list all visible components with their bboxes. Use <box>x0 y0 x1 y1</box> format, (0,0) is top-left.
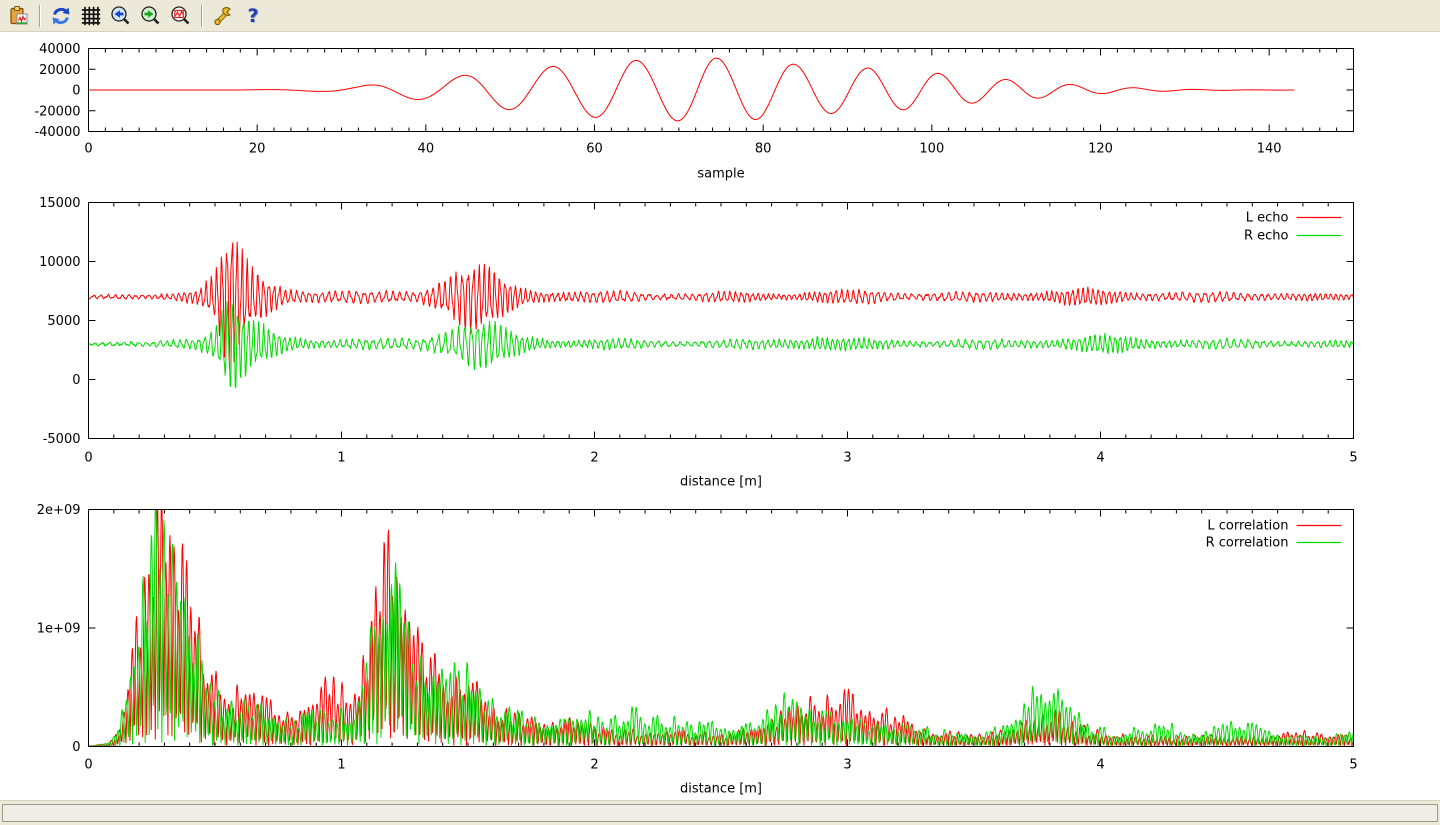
plots-svg[interactable]: 020406080100120140-40000-200000200004000… <box>0 33 1440 800</box>
y-tick-label: 0 <box>72 740 80 755</box>
x-axis-label: distance [m] <box>680 782 762 797</box>
x-axis-label: sample <box>697 167 744 182</box>
y-tick-label: -40000 <box>34 125 80 140</box>
y-tick-label: 5000 <box>47 314 80 329</box>
grid-toggle-button[interactable] <box>77 2 105 30</box>
series-r-echo <box>89 302 1354 388</box>
y-tick-label: 0 <box>72 373 80 388</box>
toolbar-separator <box>201 5 203 27</box>
toolbar: ? ? <box>0 0 1440 32</box>
zoom-previous-icon <box>110 5 132 27</box>
axis-ticks <box>89 510 1354 747</box>
x-tick-label: 3 <box>843 758 851 773</box>
toolbar-separator <box>39 5 41 27</box>
x-tick-label: 2 <box>590 451 598 466</box>
help-icon: ? ? <box>242 5 264 27</box>
series-l-correlation <box>89 498 1354 747</box>
x-tick-label: 4 <box>1096 451 1104 466</box>
copy-to-clipboard-button[interactable] <box>5 2 33 30</box>
x-tick-label: 2 <box>590 758 598 773</box>
x-tick-label: 40 <box>418 142 435 157</box>
x-tick-label: 60 <box>586 142 603 157</box>
zoom-previous-button[interactable] <box>107 2 135 30</box>
series-chirp <box>89 58 1295 121</box>
series-l-echo <box>89 242 1354 369</box>
copy-to-clipboard-icon <box>8 5 30 27</box>
x-tick-label: 80 <box>755 142 772 157</box>
svg-text:?: ? <box>247 5 258 27</box>
status-field <box>2 804 1438 822</box>
x-tick-label: 1 <box>337 451 345 466</box>
y-tick-label: 10000 <box>39 255 80 270</box>
y-tick-label: 2e+09 <box>37 503 81 518</box>
x-tick-label: 0 <box>84 142 92 157</box>
x-tick-label: 4 <box>1096 758 1104 773</box>
legend-label: L echo <box>1246 211 1289 226</box>
x-tick-label: 140 <box>1257 142 1282 157</box>
plot-frame <box>89 510 1354 747</box>
correlation-plot: 0 1 2 3 4 5 0 1e+09 2e+09 distance [m] L correlati… <box>37 498 1358 797</box>
legend-label: R echo <box>1244 229 1289 244</box>
series-r-correlation <box>89 498 1354 747</box>
config-button[interactable] <box>209 2 237 30</box>
y-tick-label: 40000 <box>39 42 80 57</box>
axis-ticks <box>89 203 1354 439</box>
x-tick-label: 1 <box>337 758 345 773</box>
x-axis-label: distance [m] <box>680 475 762 490</box>
y-tick-label: 15000 <box>39 196 80 211</box>
x-tick-label: 100 <box>919 142 944 157</box>
x-tick-label: 5 <box>1349 758 1357 773</box>
y-tick-label: -5000 <box>43 432 81 447</box>
x-tick-label: 20 <box>249 142 266 157</box>
zoom-next-icon <box>140 5 162 27</box>
x-tick-label: 0 <box>84 758 92 773</box>
replot-button[interactable] <box>47 2 75 30</box>
legend-label: L correlation <box>1207 519 1288 534</box>
x-tick-label: 5 <box>1349 451 1357 466</box>
y-tick-label: 1e+09 <box>37 622 81 637</box>
echo-plot: 012345-5000050001000015000distance [m]L … <box>39 196 1358 490</box>
plot-frame <box>89 203 1354 439</box>
x-tick-label: 120 <box>1088 142 1113 157</box>
legend-label: R correlation <box>1206 536 1289 551</box>
autoscale-icon <box>170 5 192 27</box>
x-tick-label: 0 <box>84 451 92 466</box>
x-tick-label: 3 <box>843 451 851 466</box>
y-tick-label: 0 <box>72 84 80 99</box>
status-bar <box>0 800 1440 825</box>
chirp-plot: 0 20 40 60 80 100 120 140 -40000 -20000 0 20000 4000… <box>34 42 1353 182</box>
grid-icon <box>80 5 102 27</box>
y-tick-label: -20000 <box>34 104 80 119</box>
y-tick-label: 20000 <box>39 63 80 78</box>
plot-canvas[interactable]: 020406080100120140-40000-200000200004000… <box>0 33 1440 800</box>
replot-icon <box>50 5 72 27</box>
autoscale-button[interactable] <box>167 2 195 30</box>
help-button[interactable]: ? ? <box>239 2 267 30</box>
zoom-next-button[interactable] <box>137 2 165 30</box>
wrench-icon <box>212 5 234 27</box>
